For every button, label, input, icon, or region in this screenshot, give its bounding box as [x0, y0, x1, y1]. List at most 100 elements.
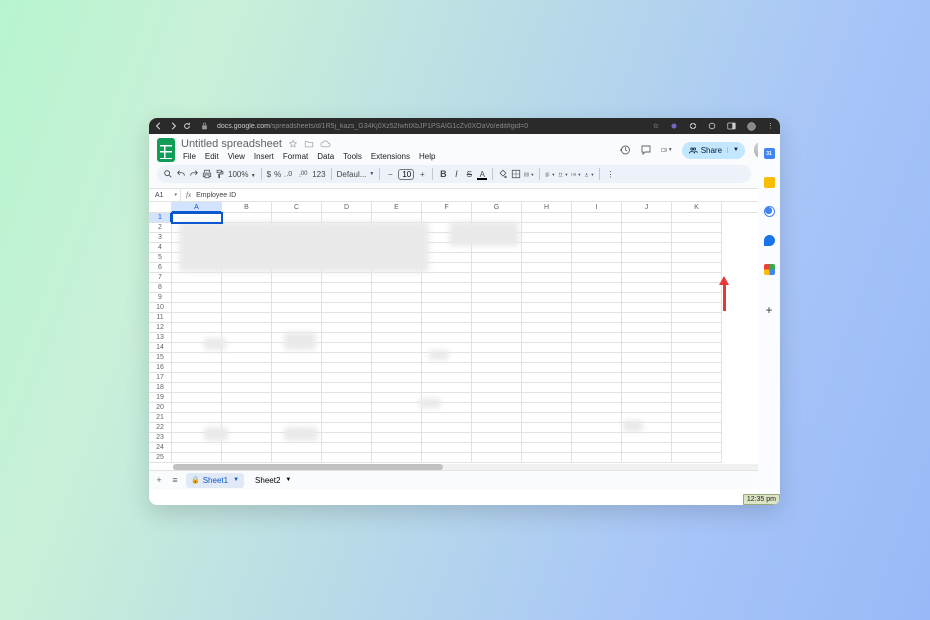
horizontal-align-button[interactable]: ▼	[545, 169, 555, 179]
cell[interactable]	[672, 433, 722, 443]
vertical-align-button[interactable]: ▼	[558, 169, 568, 179]
decrease-decimal-icon[interactable]: .0←	[284, 169, 294, 179]
cell[interactable]	[372, 393, 422, 403]
cell[interactable]	[322, 403, 372, 413]
cell[interactable]	[672, 373, 722, 383]
cell[interactable]	[572, 433, 622, 443]
cell[interactable]	[272, 393, 322, 403]
cell[interactable]	[222, 303, 272, 313]
cell[interactable]	[672, 223, 722, 233]
percent-button[interactable]: %	[274, 170, 281, 179]
italic-button[interactable]: I	[451, 169, 461, 179]
menu-insert[interactable]: Insert	[252, 151, 276, 162]
cell[interactable]	[172, 293, 222, 303]
cell[interactable]	[172, 283, 222, 293]
cell[interactable]	[372, 323, 422, 333]
cell[interactable]	[172, 313, 222, 323]
cell[interactable]	[472, 313, 522, 323]
cell[interactable]	[372, 303, 422, 313]
cell[interactable]	[522, 353, 572, 363]
cell[interactable]	[522, 293, 572, 303]
cell[interactable]	[522, 323, 572, 333]
cell[interactable]	[172, 413, 222, 423]
search-menus-icon[interactable]	[163, 169, 173, 179]
borders-button[interactable]	[511, 169, 521, 179]
cell[interactable]	[522, 373, 572, 383]
share-dropdown-icon[interactable]: ▼	[727, 147, 739, 153]
cell[interactable]	[222, 423, 272, 433]
cell[interactable]	[422, 283, 472, 293]
cell[interactable]	[372, 403, 422, 413]
strikethrough-button[interactable]: S	[464, 169, 474, 179]
add-sheet-icon[interactable]: +	[154, 475, 164, 485]
cell[interactable]	[372, 273, 422, 283]
cell[interactable]	[422, 443, 472, 453]
text-color-button[interactable]: A	[477, 169, 487, 179]
cell[interactable]	[672, 403, 722, 413]
cell[interactable]	[172, 373, 222, 383]
cell[interactable]	[172, 323, 222, 333]
cell[interactable]	[272, 293, 322, 303]
history-icon[interactable]	[619, 144, 631, 156]
cell[interactable]	[572, 453, 622, 463]
row-header[interactable]: 18	[149, 383, 172, 393]
browser-menu-icon[interactable]: ⋮	[767, 122, 774, 130]
sheet-tab-sheet2[interactable]: Sheet2 ▼	[250, 473, 296, 488]
star-icon[interactable]	[288, 139, 298, 149]
contacts-icon[interactable]	[764, 235, 775, 246]
cell[interactable]	[622, 383, 672, 393]
cell[interactable]	[422, 363, 472, 373]
meet-icon[interactable]: ▼	[661, 144, 673, 156]
cell[interactable]	[422, 323, 472, 333]
cell[interactable]	[472, 433, 522, 443]
cell[interactable]	[172, 303, 222, 313]
cell[interactable]	[322, 383, 372, 393]
merge-cells-button[interactable]: ▼	[524, 169, 534, 179]
cell[interactable]	[272, 453, 322, 463]
cell[interactable]	[572, 343, 622, 353]
cell[interactable]	[172, 453, 222, 463]
document-title[interactable]: Untitled spreadsheet	[181, 138, 282, 150]
cell[interactable]	[472, 263, 522, 273]
keep-icon[interactable]	[764, 177, 775, 188]
column-header[interactable]: E	[372, 202, 422, 212]
cell[interactable]	[322, 353, 372, 363]
sheets-logo-icon[interactable]	[157, 138, 175, 162]
row-header[interactable]: 22	[149, 423, 172, 433]
cell[interactable]	[322, 323, 372, 333]
cell[interactable]	[422, 383, 472, 393]
cell[interactable]	[372, 343, 422, 353]
cell[interactable]	[472, 373, 522, 383]
calendar-icon[interactable]	[764, 148, 775, 159]
increase-decimal-icon[interactable]: .00→	[297, 169, 309, 179]
cell[interactable]	[572, 383, 622, 393]
cell[interactable]	[472, 353, 522, 363]
cell[interactable]	[522, 233, 572, 243]
cell[interactable]	[572, 313, 622, 323]
menu-view[interactable]: View	[226, 151, 247, 162]
cell[interactable]	[272, 273, 322, 283]
increase-font-icon[interactable]: +	[417, 169, 427, 179]
cell[interactable]	[322, 413, 372, 423]
cell[interactable]	[672, 293, 722, 303]
cell[interactable]	[272, 413, 322, 423]
cell[interactable]	[472, 423, 522, 433]
cell[interactable]	[522, 453, 572, 463]
cell[interactable]	[322, 343, 372, 353]
cell[interactable]	[472, 383, 522, 393]
paint-format-icon[interactable]	[215, 169, 225, 179]
cell[interactable]	[522, 213, 572, 223]
cell[interactable]	[372, 443, 422, 453]
cell[interactable]	[172, 353, 222, 363]
text-rotation-button[interactable]: ▼	[584, 169, 594, 179]
cell[interactable]	[572, 263, 622, 273]
cell[interactable]	[572, 323, 622, 333]
tasks-icon[interactable]	[764, 206, 775, 217]
font-size-input[interactable]: 10	[398, 169, 414, 180]
row-header[interactable]: 1	[149, 213, 172, 223]
maps-icon[interactable]	[764, 264, 775, 275]
cell[interactable]	[272, 283, 322, 293]
row-header[interactable]: 24	[149, 443, 172, 453]
horizontal-scrollbar[interactable]	[173, 464, 768, 470]
cell[interactable]	[372, 283, 422, 293]
